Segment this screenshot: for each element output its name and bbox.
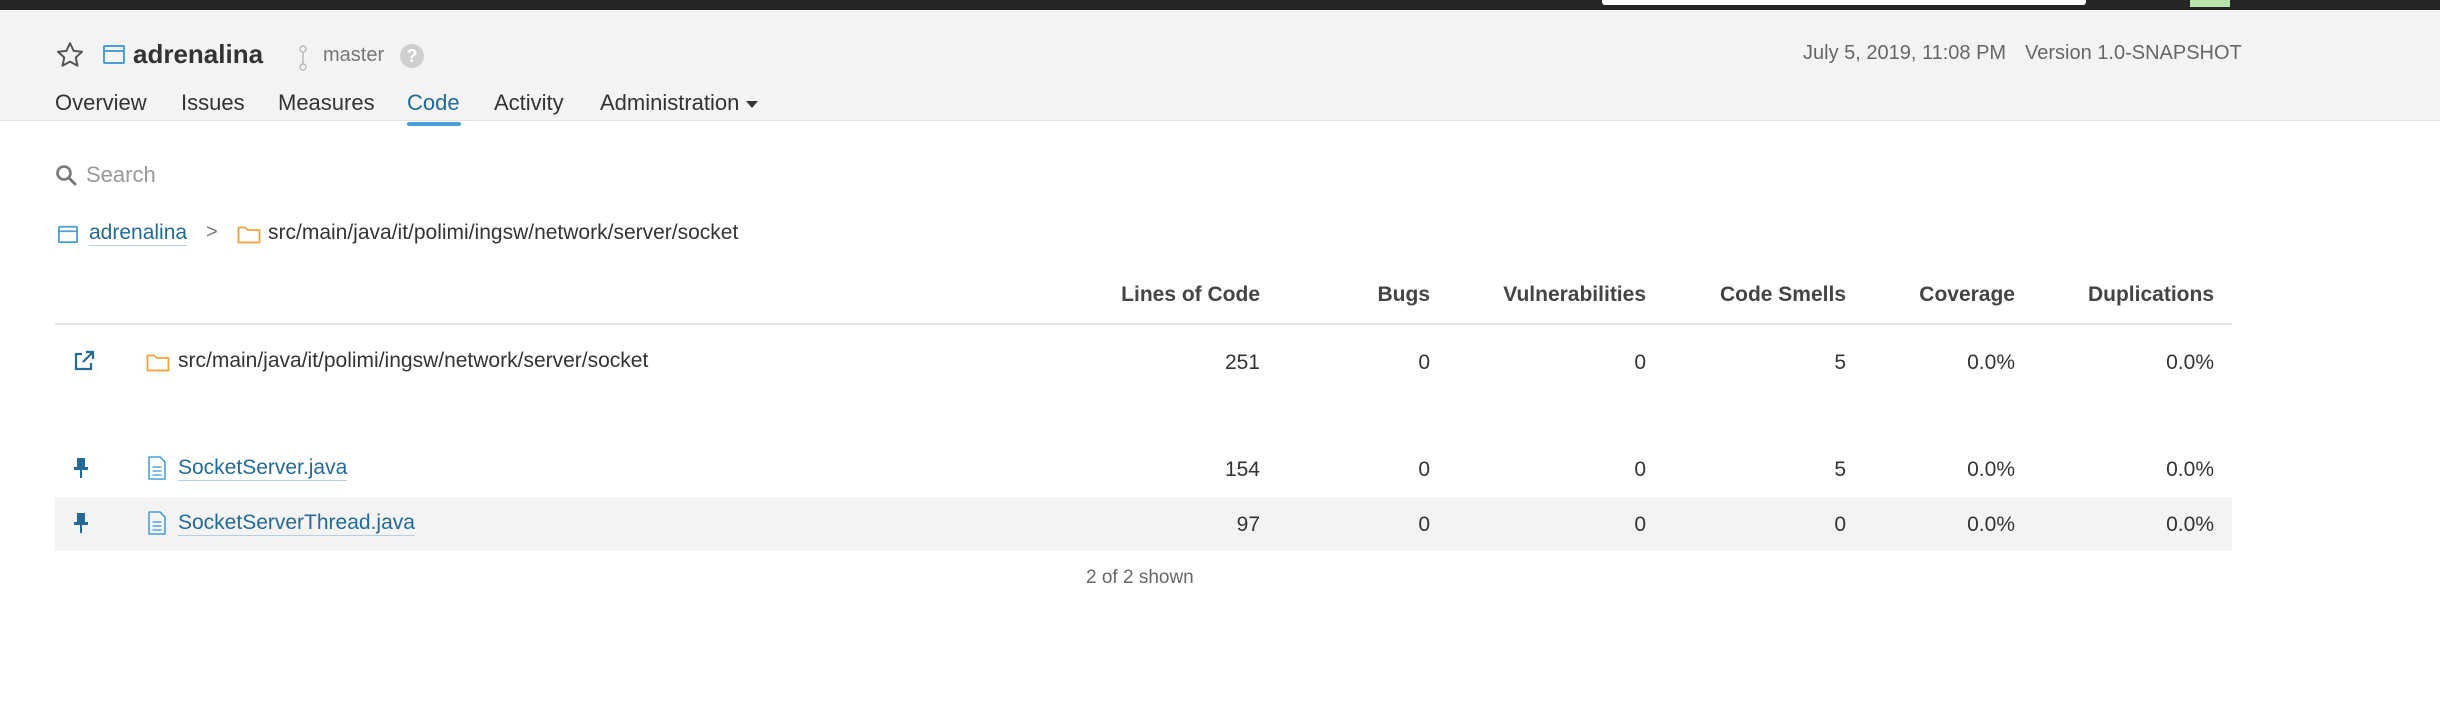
- cell-bugs[interactable]: 0: [1418, 458, 1430, 482]
- breadcrumb-directory: src/main/java/it/polimi/ingsw/network/se…: [268, 221, 739, 244]
- header-coverage[interactable]: Coverage: [1919, 283, 2015, 307]
- pin-icon[interactable]: [70, 457, 92, 479]
- folder-icon: [237, 226, 261, 244]
- breadcrumb-project-link[interactable]: adrenalina: [89, 221, 188, 246]
- table-header-divider: [55, 323, 2232, 325]
- active-tab-indicator: [407, 122, 461, 126]
- cell-coverage[interactable]: 0.0%: [1967, 513, 2015, 537]
- cell-code-smells[interactable]: 5: [1834, 458, 1846, 482]
- cell-coverage[interactable]: 0.0%: [1967, 351, 2015, 375]
- tab-issues[interactable]: Issues: [181, 90, 245, 116]
- cell-vulnerabilities[interactable]: 0: [1634, 351, 1646, 375]
- chevron-down-icon: [746, 100, 759, 108]
- header-code-smells[interactable]: Code Smells: [1720, 283, 1846, 307]
- cell-lines-of-code[interactable]: 154: [1225, 458, 1260, 482]
- external-link-icon[interactable]: [73, 350, 95, 372]
- directory-name: src/main/java/it/polimi/ingsw/network/se…: [178, 349, 649, 372]
- tab-administration[interactable]: Administration: [600, 90, 759, 116]
- cell-vulnerabilities[interactable]: 0: [1634, 458, 1646, 482]
- global-user-badge[interactable]: [2190, 0, 2230, 7]
- cell-duplications[interactable]: 0.0%: [2166, 351, 2214, 375]
- results-count: 2 of 2 shown: [1086, 567, 1194, 588]
- file-icon: [148, 456, 166, 480]
- cell-lines-of-code[interactable]: 251: [1225, 351, 1260, 375]
- cell-duplications[interactable]: 0.0%: [2166, 458, 2214, 482]
- help-icon[interactable]: ?: [400, 44, 424, 68]
- cell-bugs[interactable]: 0: [1418, 513, 1430, 537]
- project-header: adrenalina master ? July 5, 2019, 11:08 …: [0, 10, 2440, 126]
- cell-code-smells[interactable]: 0: [1834, 513, 1846, 537]
- global-search-box[interactable]: [1602, 0, 2086, 5]
- branch-name[interactable]: master: [323, 44, 384, 67]
- cell-duplications[interactable]: 0.0%: [2166, 513, 2214, 537]
- cell-code-smells[interactable]: 5: [1834, 351, 1846, 375]
- project-icon: [58, 225, 78, 244]
- header-vulnerabilities[interactable]: Vulnerabilities: [1503, 283, 1646, 307]
- search-icon: [56, 165, 77, 186]
- pin-icon[interactable]: [70, 512, 92, 534]
- project-name[interactable]: adrenalina: [133, 39, 263, 70]
- tab-overview[interactable]: Overview: [55, 90, 147, 116]
- header-bugs[interactable]: Bugs: [1378, 283, 1431, 307]
- file-link[interactable]: SocketServer.java: [178, 456, 348, 481]
- cell-coverage[interactable]: 0.0%: [1967, 458, 2015, 482]
- tab-code[interactable]: Code: [407, 90, 460, 116]
- analysis-date: July 5, 2019, 11:08 PM: [1803, 42, 2007, 64]
- header-duplications[interactable]: Duplications: [2088, 283, 2214, 307]
- cell-bugs[interactable]: 0: [1418, 351, 1430, 375]
- cell-lines-of-code[interactable]: 97: [1237, 513, 1260, 537]
- folder-icon: [146, 354, 170, 372]
- tab-administration-label: Administration: [600, 90, 740, 115]
- project-icon: [103, 45, 125, 64]
- breadcrumb-separator: >: [206, 221, 218, 243]
- file-link[interactable]: SocketServerThread.java: [178, 511, 415, 536]
- branch-icon: [299, 45, 307, 71]
- search-input[interactable]: [86, 160, 586, 190]
- tab-measures[interactable]: Measures: [278, 90, 375, 116]
- file-icon: [148, 511, 166, 535]
- star-icon[interactable]: [55, 40, 85, 70]
- tab-activity[interactable]: Activity: [494, 90, 564, 116]
- cell-vulnerabilities[interactable]: 0: [1634, 513, 1646, 537]
- header-lines-of-code[interactable]: Lines of Code: [1121, 283, 1260, 307]
- project-version: Version 1.0-SNAPSHOT: [2025, 42, 2242, 64]
